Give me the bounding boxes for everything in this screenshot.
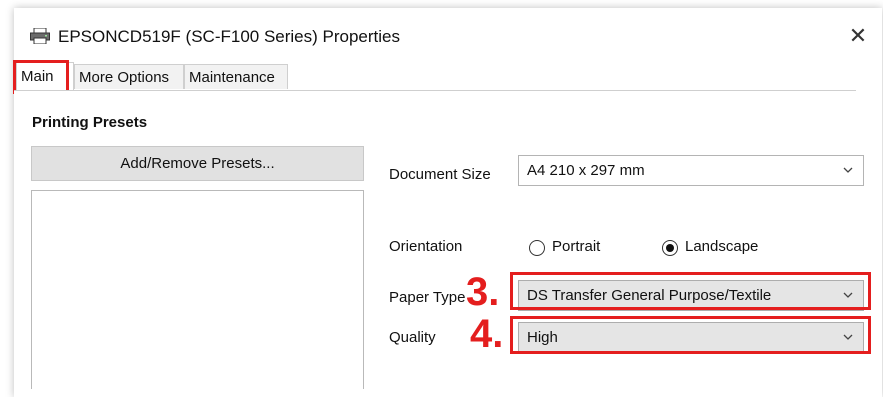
quality-label: Quality bbox=[389, 329, 436, 346]
document-size-label: Document Size bbox=[389, 166, 491, 183]
quality-select[interactable]: High bbox=[518, 322, 864, 353]
landscape-radio[interactable] bbox=[662, 240, 678, 256]
step-4-marker: 4. bbox=[470, 312, 504, 356]
paper-type-select[interactable]: DS Transfer General Purpose/Textile bbox=[518, 280, 864, 311]
paper-type-label: Paper Type bbox=[389, 289, 466, 306]
document-size-select[interactable]: A4 210 x 297 mm bbox=[518, 155, 864, 186]
add-remove-presets-button[interactable]: Add/Remove Presets... bbox=[31, 146, 364, 181]
orientation-label: Orientation bbox=[389, 238, 463, 255]
step-3-marker: 3. bbox=[466, 270, 500, 314]
document-size-value: A4 210 x 297 mm bbox=[527, 162, 645, 179]
tab-more-options[interactable]: More Options bbox=[74, 64, 184, 89]
landscape-label: Landscape bbox=[685, 238, 759, 255]
presets-list[interactable] bbox=[31, 190, 364, 389]
chevron-down-icon bbox=[841, 323, 855, 352]
close-icon[interactable]: ✕ bbox=[846, 24, 870, 48]
chevron-down-icon bbox=[841, 281, 855, 310]
portrait-radio[interactable] bbox=[529, 240, 545, 256]
portrait-label: Portrait bbox=[552, 238, 601, 255]
printer-icon bbox=[30, 27, 50, 45]
chevron-down-icon bbox=[841, 156, 855, 185]
quality-value: High bbox=[527, 329, 558, 346]
tab-maintenance[interactable]: Maintenance bbox=[184, 64, 288, 89]
paper-type-value: DS Transfer General Purpose/Textile bbox=[527, 287, 772, 304]
window-title: EPSONCD519F (SC-F100 Series) Properties bbox=[58, 27, 401, 46]
printing-presets-heading: Printing Presets bbox=[32, 114, 148, 131]
title-bar: EPSONCD519F (SC-F100 Series) Properties … bbox=[14, 8, 882, 64]
tab-main[interactable]: Main bbox=[16, 62, 74, 90]
